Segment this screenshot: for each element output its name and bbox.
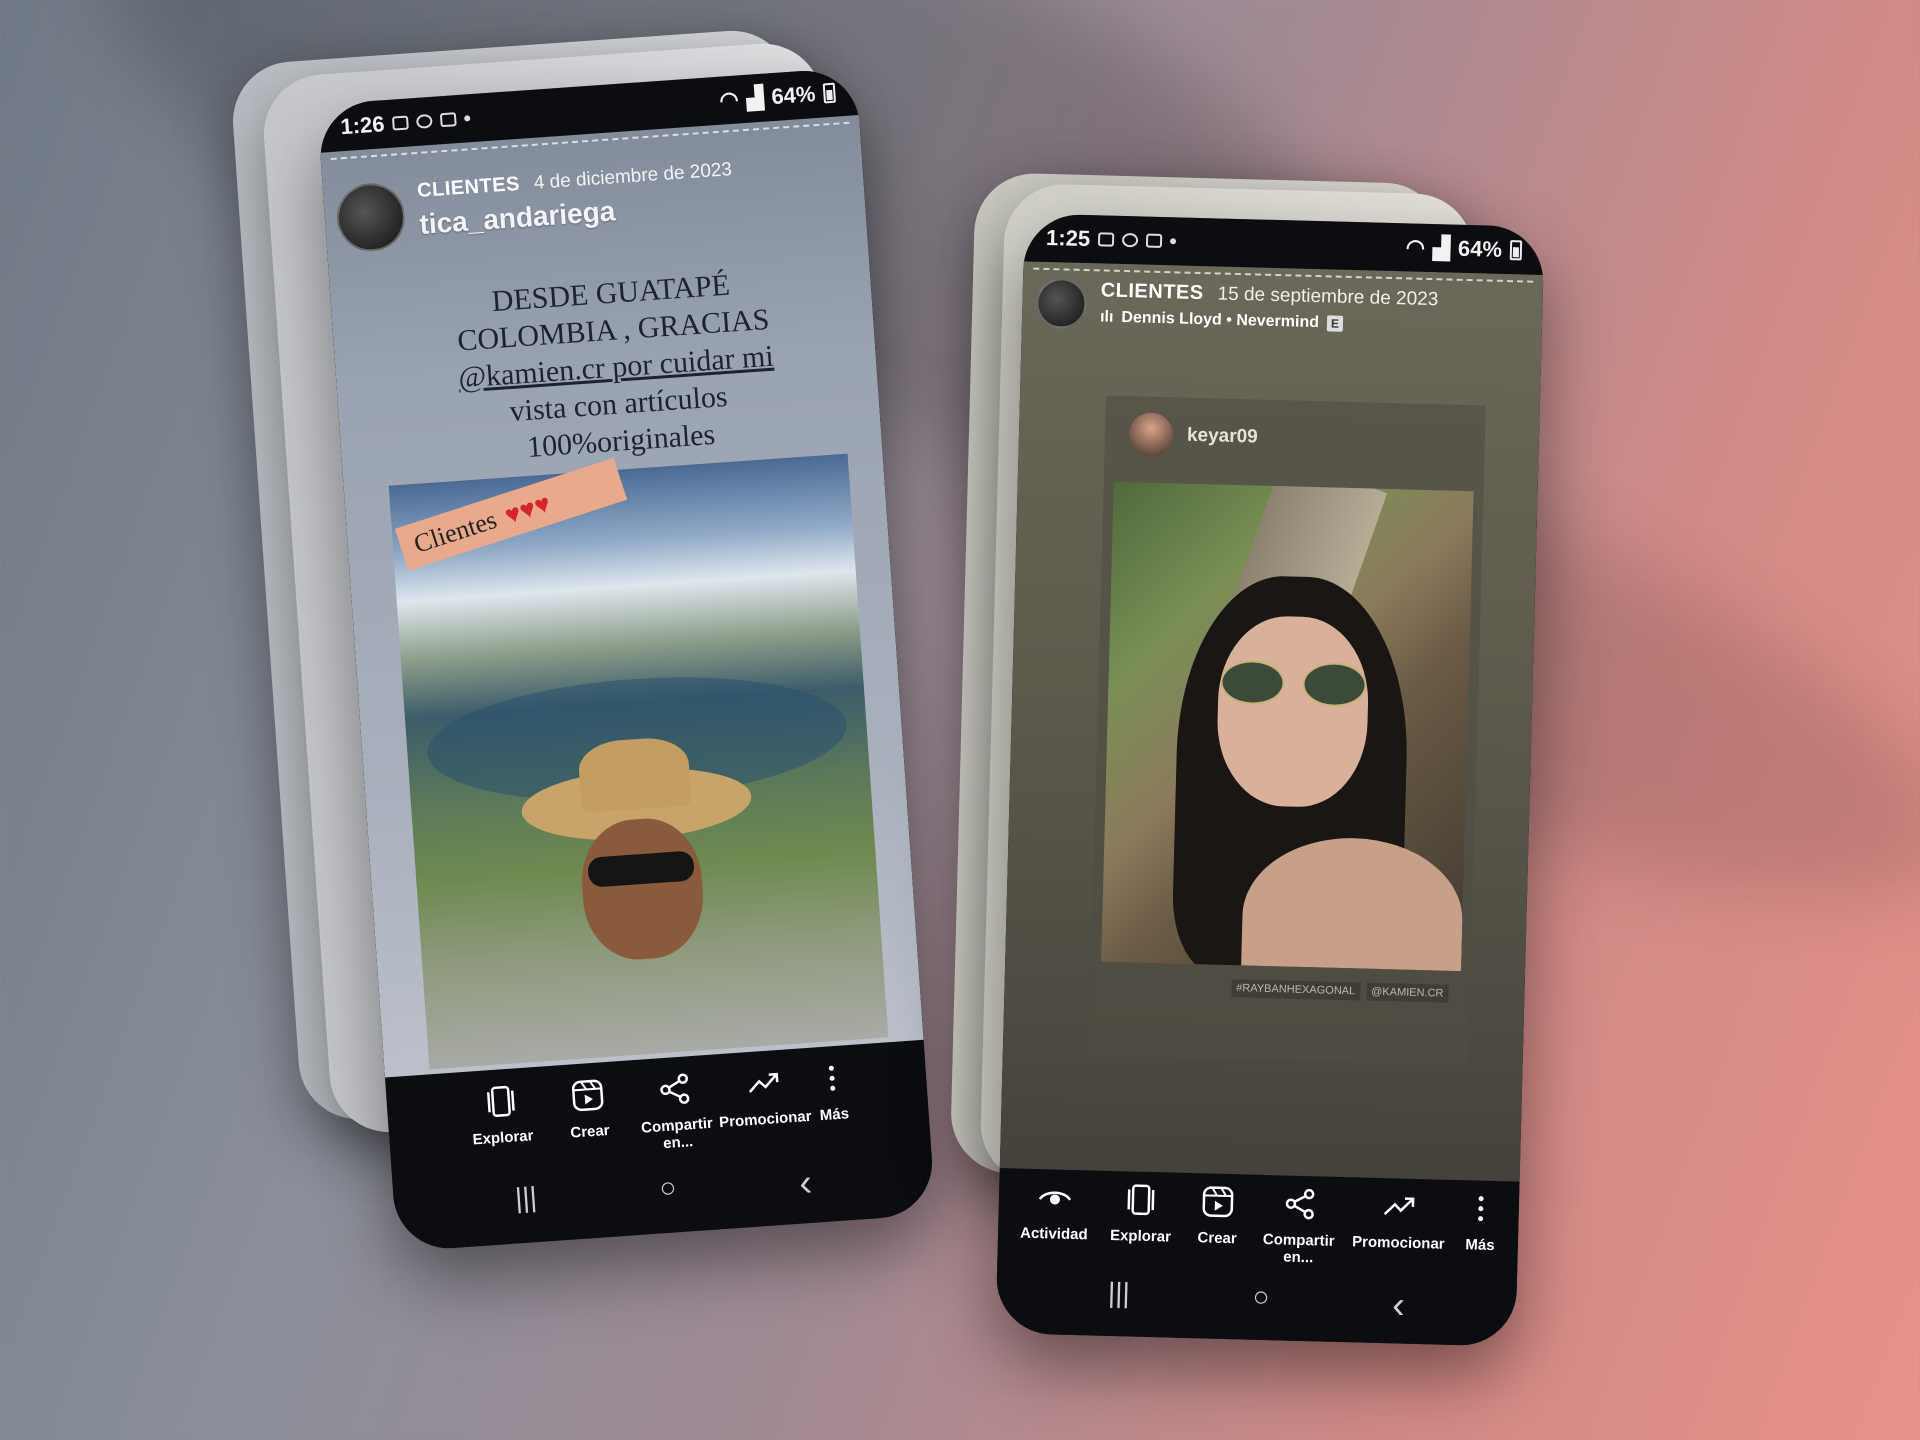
- hat-crown: [577, 735, 692, 814]
- phone-body: 1:25 ◠ ▟ 64% CLIENTES 15 de septiembre d…: [995, 213, 1545, 1347]
- battery-text: 64%: [770, 81, 817, 110]
- explore-label: Explorar: [472, 1127, 534, 1149]
- story-screen: 1:25 ◠ ▟ 64% CLIENTES 15 de septiembre d…: [995, 213, 1545, 1347]
- sunglasses-shape: [1219, 659, 1368, 708]
- status-bar: 1:25 ◠ ▟ 64%: [1023, 213, 1545, 275]
- promote-button[interactable]: Promocionar: [717, 1062, 812, 1148]
- signal-icon: ▟: [745, 84, 765, 111]
- story-screen: 1:26 ◠ ▟ 64% CLIENTES 4 de diciembre de …: [316, 67, 936, 1253]
- ebay-icon: [439, 112, 457, 128]
- gallery-icon: [1097, 232, 1115, 247]
- battery-icon: [1509, 240, 1523, 261]
- explore-icon: [1127, 1184, 1155, 1216]
- shared-user-avatar[interactable]: [1128, 412, 1174, 458]
- share-button[interactable]: Compartir en...: [630, 1068, 723, 1154]
- promote-label: Promocionar: [1351, 1233, 1445, 1253]
- explore-button[interactable]: Explorar: [1105, 1181, 1177, 1263]
- trend-icon: [748, 1072, 779, 1093]
- explore-label: Explorar: [1109, 1226, 1172, 1246]
- system-nav: ||| ○ ‹: [393, 1154, 935, 1235]
- face-shape: [1215, 614, 1371, 809]
- create-button[interactable]: Crear: [543, 1074, 636, 1160]
- right-phone: 1:25 ◠ ▟ 64% CLIENTES 15 de septiembre d…: [944, 172, 1595, 1388]
- story-actions: Explorar Crear Compartir en... Promocion…: [386, 1054, 930, 1171]
- wifi-icon: ◠: [1405, 234, 1426, 260]
- more-label: Más: [1465, 1236, 1495, 1255]
- explore-button[interactable]: Explorar: [456, 1080, 549, 1166]
- activity-label: Actividad: [1019, 1224, 1088, 1244]
- story-caption: DESDE GUATAPÉ COLOMBIA , GRACIAS @kamien…: [390, 259, 842, 474]
- mention-tag[interactable]: @KAMIEN.CR: [1365, 982, 1449, 1003]
- more-icon: [828, 1065, 836, 1091]
- create-label: Crear: [569, 1121, 611, 1142]
- more-button[interactable]: Más: [806, 1059, 860, 1142]
- share-icon: [1285, 1188, 1315, 1220]
- shared-post-card[interactable]: keyar09 #RAYBANHEXAGONAL @KAMIEN.CR: [1088, 395, 1486, 1066]
- highlight-avatar[interactable]: [1035, 277, 1088, 330]
- more-label: Más: [819, 1105, 850, 1125]
- share-label: Compartir en...: [1262, 1230, 1335, 1267]
- more-icon: [1478, 1196, 1484, 1222]
- system-nav: ||| ○ ‹: [996, 1274, 1517, 1331]
- music-track[interactable]: Dennis Lloyd • Nevermind: [1121, 309, 1319, 332]
- explicit-badge: E: [1326, 315, 1344, 332]
- bottom-bar: Explorar Crear Compartir en... Promocion…: [384, 1039, 936, 1253]
- highlight-title[interactable]: CLIENTES: [416, 173, 520, 203]
- gallery-icon: [391, 115, 409, 131]
- create-label: Crear: [1197, 1229, 1237, 1248]
- battery-text: 64%: [1457, 235, 1503, 262]
- wifi-icon: ◠: [718, 86, 740, 113]
- promote-label: Promocionar: [718, 1107, 813, 1132]
- clock-text: 1:25: [1045, 224, 1091, 252]
- signal-icon: ▟: [1432, 235, 1451, 261]
- share-label: Compartir en...: [640, 1114, 714, 1153]
- person-figure: [519, 735, 769, 1070]
- recents-icon[interactable]: |||: [514, 1181, 539, 1225]
- home-icon[interactable]: ○: [658, 1171, 678, 1215]
- recents-icon[interactable]: |||: [1107, 1277, 1131, 1321]
- highlight-date: 15 de septiembre de 2023: [1217, 283, 1439, 311]
- share-icon: [660, 1073, 690, 1104]
- battery-icon: [822, 82, 837, 104]
- b-icon: [415, 113, 433, 129]
- promote-button[interactable]: Promocionar: [1350, 1187, 1448, 1269]
- heart-icon: ♥♥♥: [500, 487, 554, 530]
- bottom-bar: Actividad Explorar Crear Compartir en...: [995, 1168, 1520, 1347]
- reels-icon: [1202, 1186, 1234, 1218]
- notification-dot-icon: [464, 115, 471, 122]
- story-header: CLIENTES 4 de diciembre de 2023 tica_and…: [334, 158, 736, 254]
- back-icon[interactable]: ‹: [798, 1162, 814, 1206]
- shared-photo: [1101, 481, 1474, 972]
- b-icon: [1121, 232, 1139, 248]
- face-shape: [577, 815, 708, 964]
- create-button[interactable]: Crear: [1186, 1183, 1248, 1265]
- back-icon[interactable]: ‹: [1392, 1284, 1406, 1327]
- reels-icon: [571, 1079, 604, 1112]
- eye-icon: [1038, 1191, 1071, 1205]
- trend-icon: [1384, 1197, 1415, 1216]
- phone-body: 1:26 ◠ ▟ 64% CLIENTES 4 de diciembre de …: [316, 67, 936, 1253]
- clock-text: 1:26: [339, 111, 386, 140]
- home-icon[interactable]: ○: [1252, 1281, 1270, 1324]
- hashtag-tag[interactable]: #RAYBANHEXAGONAL: [1230, 979, 1361, 1001]
- story-header: CLIENTES 15 de septiembre de 2023 ılı De…: [1035, 277, 1439, 338]
- explore-icon: [486, 1085, 515, 1118]
- highlight-avatar[interactable]: [334, 181, 408, 254]
- story-actions: Actividad Explorar Crear Compartir en...: [997, 1178, 1519, 1272]
- photo-tags: #RAYBANHEXAGONAL @KAMIEN.CR: [1230, 979, 1449, 1003]
- highlight-title[interactable]: CLIENTES: [1100, 279, 1203, 305]
- ebay-icon: [1145, 233, 1163, 248]
- shared-username[interactable]: keyar09: [1187, 425, 1258, 449]
- more-button[interactable]: Más: [1457, 1190, 1503, 1271]
- left-phone: 1:26 ◠ ▟ 64% CLIENTES 4 de diciembre de …: [228, 17, 1011, 1263]
- share-button[interactable]: Compartir en...: [1258, 1185, 1340, 1267]
- notification-dot-icon: [1170, 238, 1177, 245]
- activity-button[interactable]: Actividad: [1013, 1178, 1095, 1260]
- music-bars-icon: ılı: [1099, 308, 1114, 326]
